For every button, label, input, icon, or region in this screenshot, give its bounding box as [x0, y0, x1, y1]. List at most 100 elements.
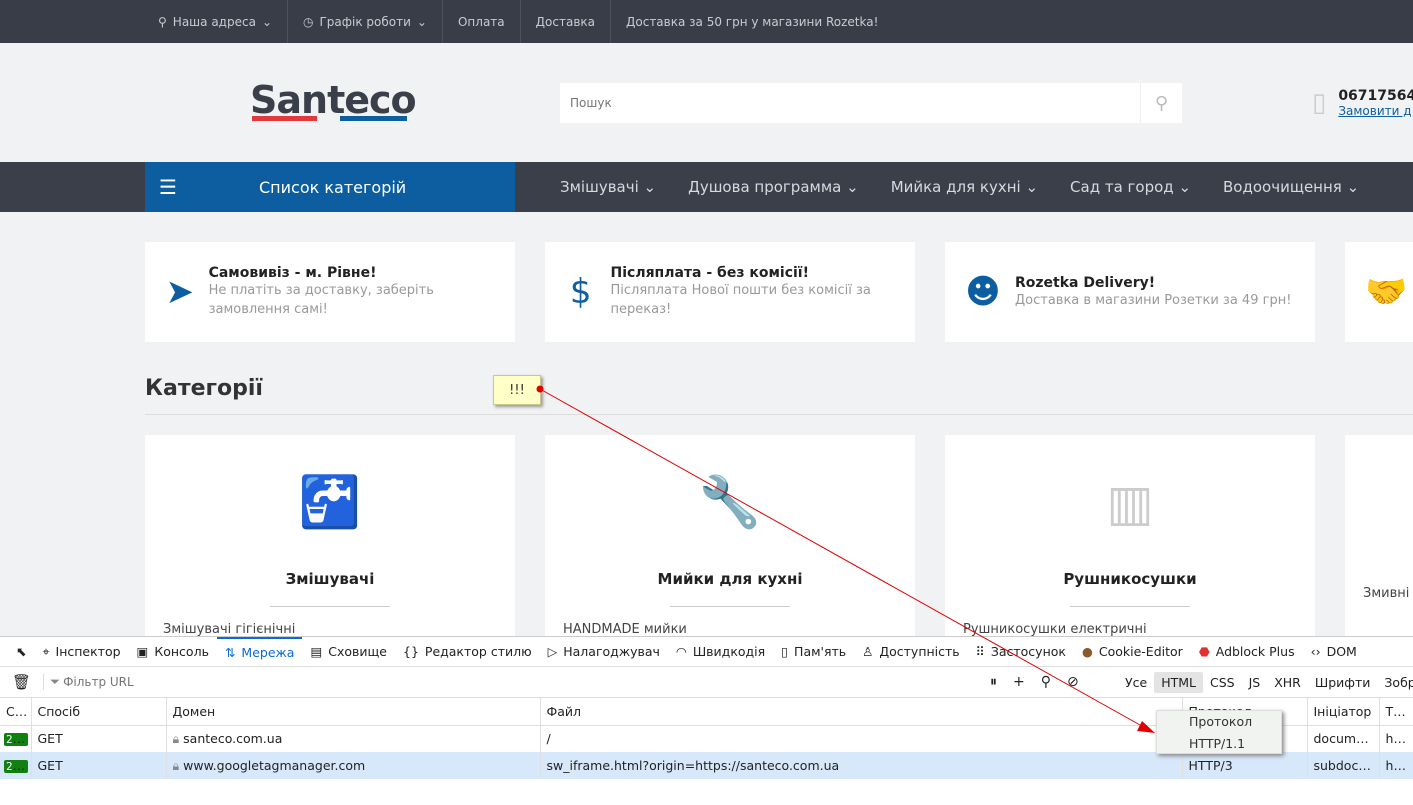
filter-fonts[interactable]: Шрифти [1308, 672, 1378, 693]
search-icon: ⚲ [1154, 92, 1169, 114]
hamburger-icon: ☰ [159, 175, 177, 199]
devtools-tabs: ⬉ ⌖ Інспектор ▣ Консоль ⇅ Мережа ▤ Сховище {… [0, 636, 1413, 667]
network-toolbar: 🗑 ⏷ ⏸ + ⚲ ⊘ Усе HTML CSS JS XHR Шрифти Зобр… [0, 667, 1413, 698]
nav-item-sinks[interactable]: Мийка для кухні ⌄ [891, 178, 1038, 196]
address-menu[interactable]: ⚲ Наша адреса ⌄ [0, 0, 288, 43]
method-cell: GET [31, 725, 167, 752]
nav-label: Сад та город [1070, 178, 1174, 196]
tab-label: Мережа [241, 645, 295, 660]
tab-storage[interactable]: ▤ Сховище [302, 637, 395, 667]
tab-application[interactable]: ⠿ Застосунок [968, 637, 1074, 667]
pause-icon[interactable]: ⏸ [990, 674, 997, 690]
tab-label: Adblock Plus [1215, 644, 1295, 659]
tab-inspector[interactable]: ⌖ Інспектор [34, 637, 128, 667]
card-subcategory[interactable]: HANDMADE мийки [545, 622, 915, 636]
search-bar: ⚲ [560, 83, 1182, 123]
tab-network[interactable]: ⇅ Мережа [216, 636, 303, 667]
nav-item-water[interactable]: Водоочищення ⌄ [1223, 178, 1359, 196]
trash-icon[interactable]: 🗑 [0, 673, 43, 691]
paper-plane-icon: ➤ [165, 272, 195, 312]
card-subcategory[interactable]: Змивні [1345, 586, 1413, 601]
category-card[interactable]: 🚰 Змішувачі Змішувачі гігієнічні [145, 435, 515, 636]
card-title: Змішувачі [285, 570, 375, 588]
filter-url-input[interactable] [63, 675, 364, 689]
top-bar: ⚲ Наша адреса ⌄ ◷ Графік роботи ⌄ Оплата Дос… [0, 0, 1413, 43]
nav-item-garden[interactable]: Сад та город ⌄ [1070, 178, 1191, 196]
element-picker-icon[interactable]: ⬉ [8, 637, 34, 667]
logo[interactable]: Santeco [250, 78, 417, 122]
braces-icon: {} [403, 644, 419, 659]
category-card[interactable]: ▥ Рушникосушки Рушникосушки електричні [945, 435, 1315, 636]
nav-item-shower[interactable]: Душова программа ⌄ [688, 178, 859, 196]
tab-debugger[interactable]: ▷ Налагоджувач [540, 637, 668, 667]
inspector-icon: ⌖ [42, 643, 50, 659]
filter-css[interactable]: CSS [1203, 672, 1242, 693]
feature-title: Самовивіз - м. Рівне! [208, 265, 377, 281]
tab-dom[interactable]: ‹› DOM [1303, 637, 1365, 667]
search-input[interactable] [560, 83, 1140, 123]
debugger-icon: ▷ [547, 644, 558, 659]
grid-icon: ⠿ [975, 644, 985, 659]
network-arrows-icon: ⇅ [224, 645, 236, 660]
col-type[interactable]: Тип [1379, 698, 1413, 726]
tab-performance[interactable]: ◠ Швидкодія [668, 637, 773, 667]
payment-link[interactable]: Оплата [443, 0, 521, 43]
tab-memory[interactable]: ▯ Пам'ять [773, 637, 854, 667]
categories-heading: Категорії [145, 376, 263, 401]
tab-console[interactable]: ▣ Консоль [129, 637, 217, 667]
schedule-menu[interactable]: ◷ Графік роботи ⌄ [288, 0, 443, 43]
divider [145, 414, 1413, 415]
plus-icon[interactable]: + [1013, 674, 1025, 690]
search-button[interactable]: ⚲ [1140, 83, 1182, 123]
table-row[interactable]: 200 GET 🔒︎ www.googletagmanager.com sw_i… [0, 752, 1413, 779]
filter-html[interactable]: HTML [1154, 671, 1203, 693]
filter-js[interactable]: JS [1242, 672, 1268, 693]
feature-pickup: ➤ Самовивіз - м. Рівне! Не платіть за дост… [145, 242, 515, 342]
feature-desc: Післяплата Нової пошти без комісії за пе… [610, 283, 871, 317]
tab-cookie-editor[interactable]: ● Cookie-Editor [1074, 637, 1191, 667]
categories-button[interactable]: ☰ Список категорій [145, 162, 515, 212]
dollar-hand-icon: $ [569, 272, 592, 312]
col-file[interactable]: Файл [540, 698, 1183, 726]
feature-partial: 🤝 [1345, 242, 1413, 342]
col-domain[interactable]: Домен [166, 698, 541, 726]
col-status[interactable]: С... [0, 698, 32, 726]
protocol-tooltip: Протокол HTTP/1.1 [1156, 710, 1282, 754]
tab-adblock[interactable]: ⬣ Adblock Plus [1191, 637, 1303, 667]
tab-label: Інспектор [55, 644, 121, 659]
domain-cell: www.googletagmanager.com [183, 757, 366, 773]
nav-label: Водоочищення [1223, 178, 1342, 196]
filter-xhr[interactable]: XHR [1267, 672, 1308, 693]
initiator-cell: subdocu... [1307, 752, 1380, 779]
phone-block: ▯ 067175641Замовити д [1312, 88, 1413, 119]
tab-label: Редактор стилю [424, 644, 532, 659]
filter-images[interactable]: Зображе [1377, 672, 1413, 693]
adblock-icon: ⬣ [1198, 644, 1210, 659]
tab-style-editor[interactable]: {} Редактор стилю [395, 637, 540, 667]
lock-icon: 🔒︎ [172, 730, 180, 746]
category-card[interactable]: Змивні [1345, 435, 1413, 636]
nav-label: Мийка для кухні [890, 178, 1021, 196]
delivery-link[interactable]: Доставка [521, 0, 611, 43]
towel-rail-image: ▥ [1106, 473, 1154, 532]
tab-accessibility[interactable]: ♙ Доступність [854, 637, 968, 667]
col-method[interactable]: Спосіб [31, 698, 167, 726]
initiator-cell: document [1307, 725, 1380, 752]
nav-item-mixers[interactable]: Змішувачі ⌄ [560, 178, 656, 196]
callback-link[interactable]: Замовити д [1338, 104, 1411, 118]
filter-all[interactable]: Усе [1118, 672, 1154, 693]
feature-desc: Не платіть за доставку, заберіть замовле… [208, 283, 434, 317]
col-initiator[interactable]: Ініціатор [1307, 698, 1380, 726]
card-subcategory[interactable]: Змішувачі гігієнічні [145, 622, 515, 636]
card-subcategory[interactable]: Рушникосушки електричні [945, 622, 1315, 636]
block-icon[interactable]: ⊘ [1067, 674, 1079, 690]
smile-icon: ☻ [965, 272, 1001, 312]
tab-label: Консоль [154, 644, 209, 659]
search-icon[interactable]: ⚲ [1041, 674, 1051, 690]
console-icon: ▣ [136, 644, 149, 659]
faucet-image: 🚰 [298, 473, 362, 531]
card-title: Мийки для кухні [657, 570, 803, 588]
category-card[interactable]: 🔧 Мийки для кухні HANDMADE мийки [545, 435, 915, 636]
feature-cod: $ Післяплата - без комісії! Післяплата Нов… [545, 242, 915, 342]
code-icon: ‹› [1310, 644, 1321, 659]
